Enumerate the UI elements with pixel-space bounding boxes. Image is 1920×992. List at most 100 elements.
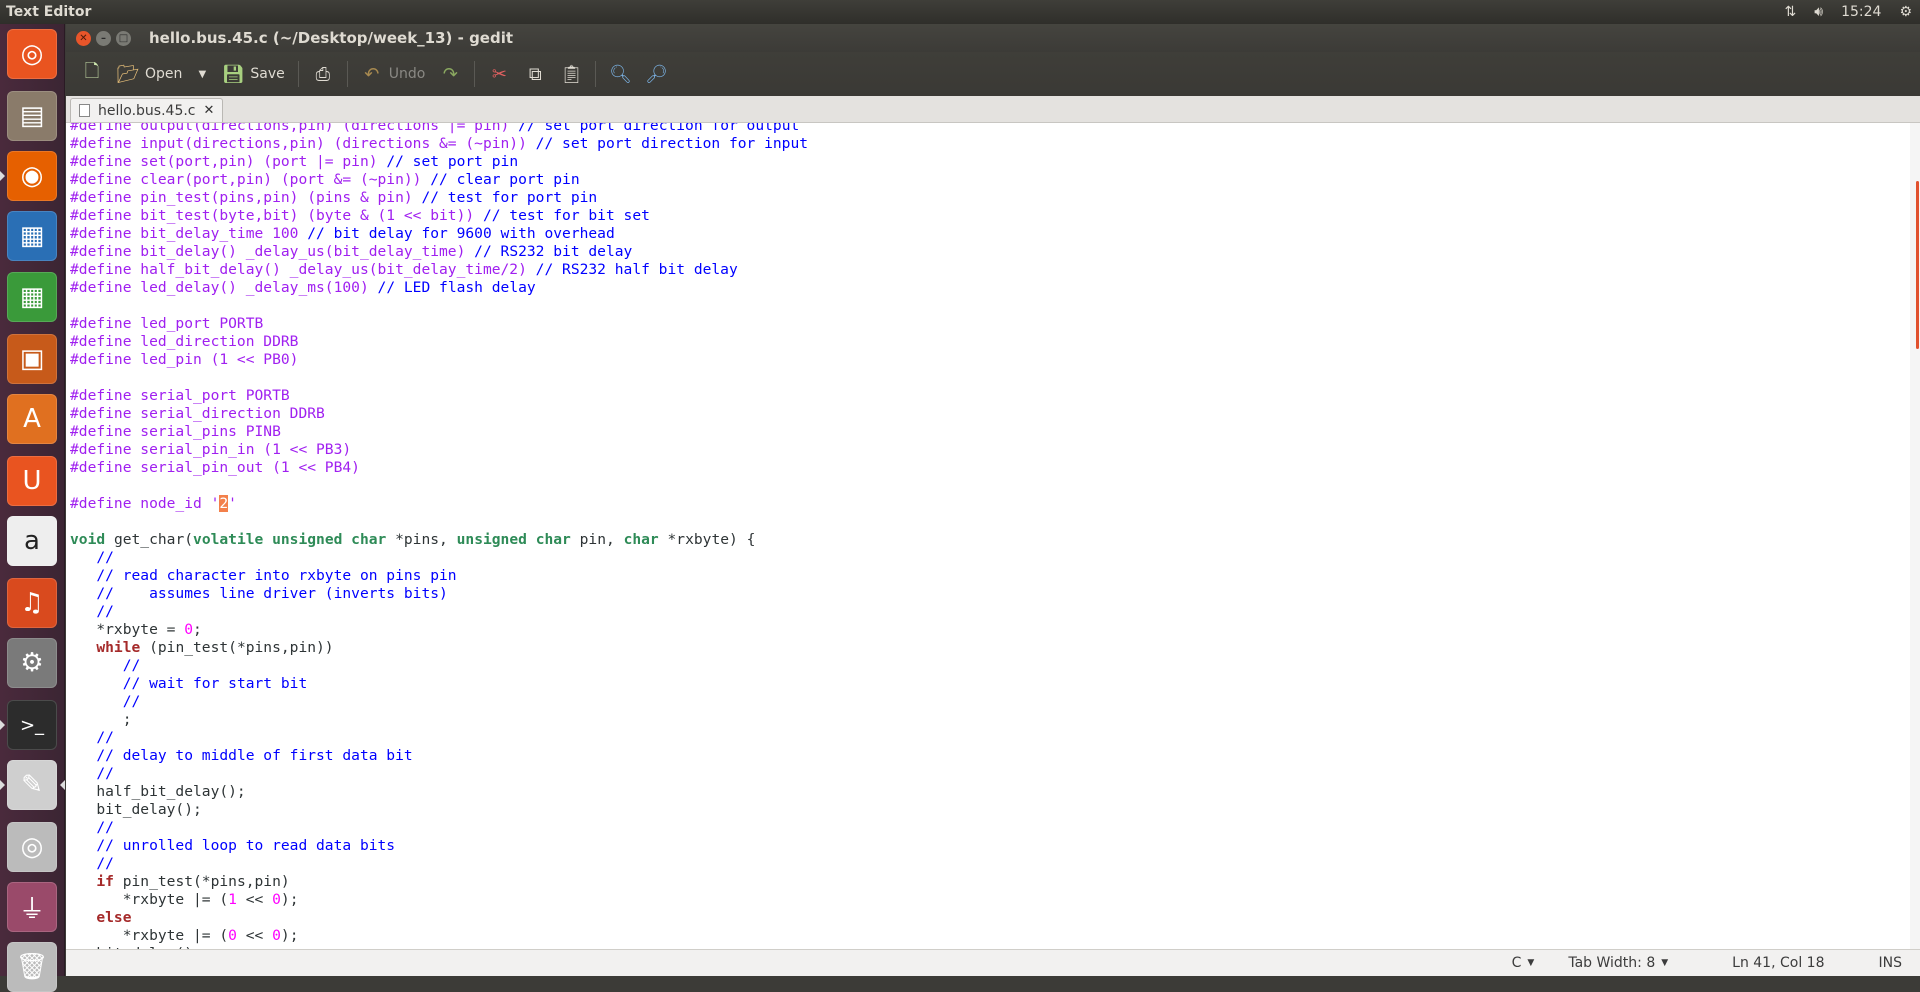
clock[interactable]: 15:24: [1841, 4, 1881, 20]
code-token: char: [624, 531, 659, 548]
code-token: // RS232 half bit delay: [536, 261, 738, 278]
code-line[interactable]: //: [70, 765, 808, 783]
code-line[interactable]: [70, 513, 808, 531]
code-line[interactable]: // unrolled loop to read data bits: [70, 837, 808, 855]
code-line[interactable]: #define input(directions,pin) (direction…: [70, 135, 808, 153]
network-icon[interactable]: ⇅: [1785, 4, 1797, 20]
writer-icon[interactable]: ▦: [7, 211, 57, 261]
code-line[interactable]: #define bit_test(byte,bit) (byte & (1 <<…: [70, 207, 808, 225]
volume-icon[interactable]: 🔊︎: [1814, 4, 1823, 20]
code-line[interactable]: #define bit_delay() _delay_us(bit_delay_…: [70, 243, 808, 261]
code-line[interactable]: [70, 369, 808, 387]
code-line[interactable]: #define bit_delay_time 100 // bit delay …: [70, 225, 808, 243]
code-line[interactable]: //: [70, 729, 808, 747]
code-line[interactable]: #define set(port,pin) (port |= pin) // s…: [70, 153, 808, 171]
code-token: #define output(directions,pin) (directio…: [70, 123, 518, 134]
code-line[interactable]: // delay to middle of first data bit: [70, 747, 808, 765]
open-button[interactable]: 📂︎ Open: [110, 57, 189, 91]
code-line[interactable]: #define serial_direction DDRB: [70, 405, 808, 423]
code-token: #define bit_delay() _delay_us(bit_delay_…: [70, 243, 474, 260]
code-token: // delay to middle of first data bit: [96, 747, 412, 764]
code-line[interactable]: *rxbyte = 0;: [70, 621, 808, 639]
minimize-window-button[interactable]: –: [96, 31, 111, 46]
vertical-scrollbar[interactable]: [1910, 123, 1920, 949]
code-line[interactable]: #define clear(port,pin) (port &= (~pin))…: [70, 171, 808, 189]
find-replace-button[interactable]: 🔎︎: [638, 57, 674, 91]
maximize-window-button[interactable]: □: [116, 31, 131, 46]
code-line[interactable]: //: [70, 693, 808, 711]
trash-icon[interactable]: 🗑: [7, 942, 57, 992]
code-line[interactable]: #define serial_port PORTB: [70, 387, 808, 405]
code-line[interactable]: half_bit_delay();: [70, 783, 808, 801]
code-line[interactable]: // assumes line driver (inverts bits): [70, 585, 808, 603]
tab-width-selector[interactable]: Tab Width: 8 ▼: [1548, 955, 1682, 971]
code-line[interactable]: void get_char(volatile unsigned char *pi…: [70, 531, 808, 549]
amazon-icon[interactable]: a: [7, 516, 57, 566]
code-line[interactable]: #define pin_test(pins,pin) (pins & pin) …: [70, 189, 808, 207]
close-window-button[interactable]: ✕: [76, 31, 91, 46]
code-line[interactable]: // wait for start bit: [70, 675, 808, 693]
system-settings-icon[interactable]: ⚙: [7, 638, 57, 688]
gear-icon[interactable]: ⚙: [1899, 4, 1912, 20]
code-line[interactable]: //: [70, 549, 808, 567]
code-line[interactable]: ;: [70, 711, 808, 729]
cut-button[interactable]: ✂: [481, 57, 517, 91]
code-line[interactable]: //: [70, 603, 808, 621]
code-line[interactable]: #define led_port PORTB: [70, 315, 808, 333]
scrollbar-thumb[interactable]: [1916, 181, 1919, 349]
ubuntu-dash-icon[interactable]: ◎: [7, 29, 57, 79]
close-tab-icon[interactable]: ✕: [204, 103, 215, 118]
code-line[interactable]: while (pin_test(*pins,pin)): [70, 639, 808, 657]
language-selector[interactable]: C ▼: [1498, 955, 1549, 971]
code-line[interactable]: [70, 477, 808, 495]
code-token: //: [96, 549, 114, 566]
code-line[interactable]: else: [70, 909, 808, 927]
code-line[interactable]: *rxbyte |= (1 << 0);: [70, 891, 808, 909]
code-line[interactable]: // read character into rxbyte on pins pi…: [70, 567, 808, 585]
find-button[interactable]: 🔍︎: [602, 57, 638, 91]
code-line[interactable]: #define serial_pin_out (1 << PB4): [70, 459, 808, 477]
text-editor-icon[interactable]: ✎: [7, 760, 57, 810]
new-document-button[interactable]: 🗋: [74, 57, 110, 91]
terminal-icon[interactable]: >_: [7, 700, 57, 750]
code-token: [70, 549, 96, 566]
code-line[interactable]: #define half_bit_delay() _delay_us(bit_d…: [70, 261, 808, 279]
code-line[interactable]: #define led_pin (1 << PB0): [70, 351, 808, 369]
code-token: [70, 567, 96, 584]
code-token: [70, 603, 96, 620]
impress-icon[interactable]: ▣: [7, 334, 57, 384]
calc-icon[interactable]: ▦: [7, 272, 57, 322]
code-line[interactable]: //: [70, 657, 808, 675]
code-line[interactable]: #define serial_pins PINB: [70, 423, 808, 441]
save-button[interactable]: 💾︎ Save: [215, 57, 291, 91]
code-line[interactable]: #define serial_pin_in (1 << PB3): [70, 441, 808, 459]
files-icon[interactable]: ▤: [7, 91, 57, 141]
code-line[interactable]: //: [70, 819, 808, 837]
ubuntu-one-icon[interactable]: U: [7, 456, 57, 506]
ubuntu-one-music-icon[interactable]: ♫: [7, 578, 57, 628]
code-line[interactable]: [70, 297, 808, 315]
redo-button[interactable]: ↷: [432, 57, 468, 91]
usb-drive-icon[interactable]: ⏚: [7, 882, 57, 932]
software-center-icon[interactable]: A: [7, 394, 57, 444]
code-line[interactable]: #define led_delay() _delay_ms(100) // LE…: [70, 279, 808, 297]
code-text[interactable]: #define output(directions,pin) (directio…: [70, 123, 808, 949]
firefox-icon[interactable]: ◉: [7, 151, 57, 201]
undo-button[interactable]: ↶ Undo: [354, 57, 433, 91]
open-recent-dropdown[interactable]: ▼: [189, 57, 215, 91]
code-editor[interactable]: #define output(directions,pin) (directio…: [66, 123, 1920, 949]
dvd-icon[interactable]: ◎: [7, 822, 57, 872]
paste-button[interactable]: 📋︎: [553, 57, 589, 91]
code-line[interactable]: #define output(directions,pin) (directio…: [70, 123, 808, 135]
copy-button[interactable]: ⧉: [517, 57, 553, 91]
code-line[interactable]: #define node_id '2': [70, 495, 808, 513]
titlebar[interactable]: ✕ – □ hello.bus.45.c (~/Desktop/week_13)…: [66, 24, 1920, 52]
code-line[interactable]: bit_delay();: [70, 801, 808, 819]
tab-hello-bus[interactable]: hello.bus.45.c ✕: [70, 98, 223, 122]
code-line[interactable]: //: [70, 855, 808, 873]
code-line[interactable]: #define led_direction DDRB: [70, 333, 808, 351]
code-line[interactable]: *rxbyte |= (0 << 0);: [70, 927, 808, 945]
code-token: (pin_test(*pins,pin)): [140, 639, 333, 656]
print-button[interactable]: ⎙: [305, 57, 341, 91]
code-line[interactable]: if pin_test(*pins,pin): [70, 873, 808, 891]
